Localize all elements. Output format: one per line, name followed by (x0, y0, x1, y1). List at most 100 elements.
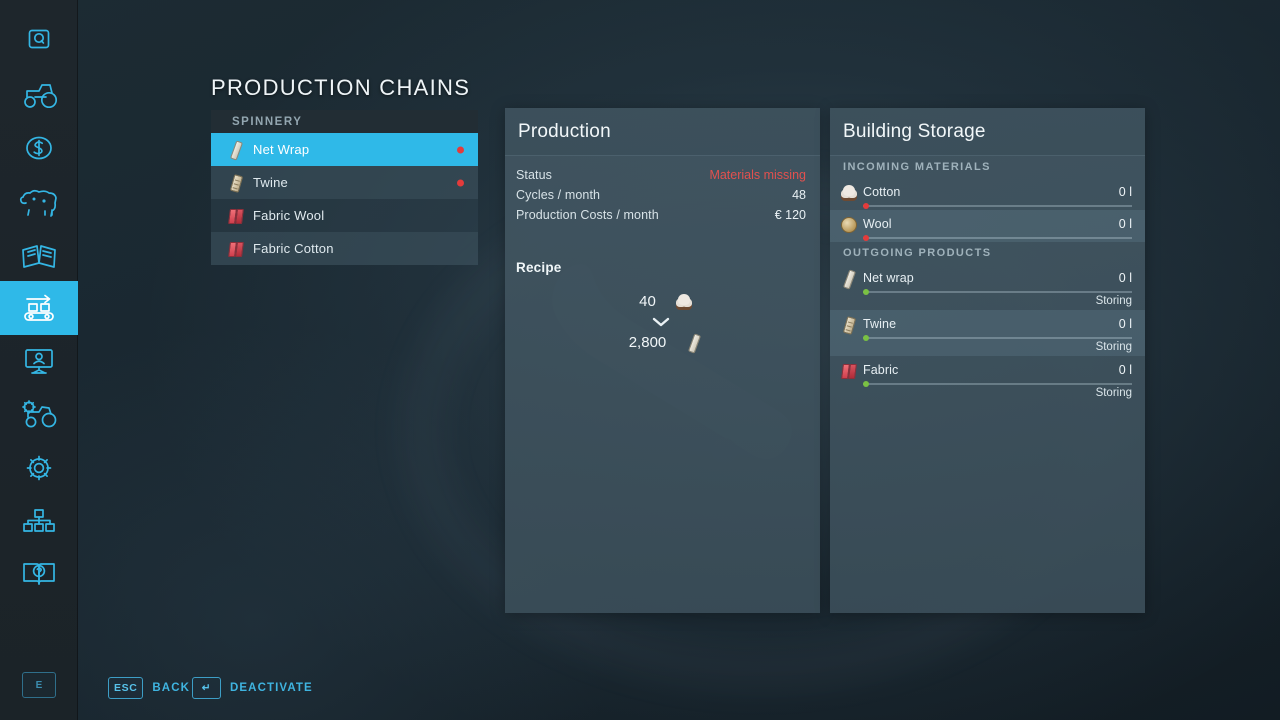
storage-item-amount: 0 l (1118, 185, 1132, 199)
storage-fill-bar (863, 335, 1132, 341)
list-item-net-wrap[interactable]: Net Wrap (211, 133, 478, 166)
footer-hotkey-bar: ESC BACK ↵ DEACTIVATE (0, 660, 1280, 720)
list-item-label: Fabric Cotton (253, 241, 334, 256)
list-group-header: SPINNERY (211, 110, 478, 133)
production-list-panel: SPINNERY Net Wrap Twine Fabric Wool Fabr… (211, 110, 478, 265)
outgoing-products-label: OUTGOING PRODUCTS (843, 247, 992, 259)
recipe-input: 40 (516, 291, 806, 311)
sidebar-item-statistics[interactable] (0, 494, 78, 548)
storage-fill-bar (863, 235, 1132, 241)
tractor-gear-icon (22, 400, 57, 428)
storage-item-state: Storing (1095, 387, 1132, 399)
storage-item-name: Net wrap (863, 271, 914, 285)
storage-item-state: Storing (1095, 341, 1132, 353)
stat-label: Production Costs / month (516, 208, 659, 222)
hotkey-key: ESC (108, 677, 144, 699)
sidebar-item-contracts[interactable] (0, 334, 78, 388)
sidebar-item-vehicle-config[interactable] (0, 388, 78, 442)
quest-q-icon (28, 29, 50, 49)
twine-roll-icon (225, 172, 247, 194)
stat-row-cycles: Cycles / month 48 (516, 188, 806, 208)
hotkey-deactivate[interactable]: ↵ DEACTIVATE (192, 677, 313, 699)
production-panel-header: Production (505, 108, 820, 156)
hotkey-label: DEACTIVATE (230, 682, 313, 694)
recipe-heading: Recipe (516, 260, 562, 275)
storage-row-cotton[interactable]: Cotton 0 l (830, 178, 1145, 210)
storage-item-amount: 0 l (1118, 271, 1132, 285)
sidebar-item-animals[interactable] (0, 175, 78, 229)
open-book-icon (22, 245, 56, 268)
wool-icon (838, 214, 858, 234)
storage-panel-title: Building Storage (843, 120, 986, 142)
stat-value: € 120 (774, 208, 806, 222)
book-help-icon (23, 563, 55, 585)
list-item-label: Twine (253, 175, 288, 190)
stat-label: Status (516, 168, 553, 182)
gear-icon (26, 455, 52, 481)
storage-item-amount: 0 l (1118, 363, 1132, 377)
incoming-materials-label: INCOMING MATERIALS (843, 161, 991, 173)
storage-row-wool[interactable]: Wool 0 l (830, 210, 1145, 242)
recipe-output-amount: 2,800 (628, 333, 667, 351)
sidebar-item-vehicles[interactable] (0, 68, 78, 122)
sidebar-item-finances[interactable] (0, 121, 78, 175)
storage-row-twine[interactable]: Twine 0 l Storing (830, 310, 1145, 356)
left-sidebar: E (0, 0, 78, 720)
storage-item-name: Cotton (863, 185, 901, 199)
recipe-output: 2,800 (516, 332, 806, 354)
storage-row-net-wrap[interactable]: Net wrap 0 l Storing (830, 264, 1145, 310)
fabric-bolt-icon (838, 360, 858, 380)
storage-fill-bar (863, 289, 1132, 295)
storage-item-name: Wool (863, 217, 892, 231)
stat-value: 48 (792, 188, 806, 202)
hotkey-back[interactable]: ESC BACK (108, 677, 190, 699)
twine-roll-icon (838, 314, 858, 335)
stat-value: Materials missing (709, 168, 806, 182)
sidebar-item-price-overview[interactable] (0, 229, 78, 283)
hotkey-key: ↵ (192, 677, 221, 699)
tractor-icon (24, 84, 58, 109)
sidebar-item-help[interactable] (0, 547, 78, 601)
sitemap-icon (23, 509, 55, 532)
list-item-fabric-cotton[interactable]: Fabric Cotton (211, 232, 478, 265)
storage-fill-bar (863, 381, 1132, 387)
storage-row-fabric[interactable]: Fabric 0 l Storing (830, 356, 1145, 402)
stat-row-costs: Production Costs / month € 120 (516, 208, 806, 228)
hotkey-label: BACK (152, 682, 191, 694)
list-item-label: Fabric Wool (253, 208, 325, 223)
fabric-bolt-icon (225, 238, 247, 260)
net-wrap-roll-icon (838, 268, 858, 290)
dollar-coin-icon (26, 136, 52, 160)
page-title: PRODUCTION CHAINS (211, 75, 471, 100)
storage-item-name: Twine (863, 317, 897, 331)
cow-icon (19, 189, 57, 217)
stat-row-status: Status Materials missing (516, 168, 806, 188)
conveyor-belt-icon (24, 294, 54, 321)
storage-item-amount: 0 l (1118, 317, 1132, 331)
recipe-input-amount: 40 (639, 292, 656, 310)
production-panel-title: Production (518, 120, 611, 142)
storage-panel-header: Building Storage (830, 108, 1145, 156)
recipe-flow: 40 2,800 (516, 291, 806, 354)
list-item-twine[interactable]: Twine (211, 166, 478, 199)
chevron-down-icon (652, 317, 670, 327)
sidebar-item-quests[interactable] (0, 12, 78, 66)
cotton-icon (663, 291, 692, 311)
net-wrap-roll-icon (225, 139, 247, 161)
storage-item-state: Storing (1095, 295, 1132, 307)
sidebar-item-production-chains[interactable] (0, 281, 78, 335)
status-dot (457, 179, 464, 186)
list-item-label: Net Wrap (253, 142, 310, 157)
recipe-arrow (516, 316, 806, 328)
net-wrap-roll-icon (673, 332, 702, 354)
monitor-person-icon (25, 349, 53, 374)
production-panel: Production Status Materials missing Cycl… (505, 108, 820, 613)
stat-label: Cycles / month (516, 188, 601, 202)
game-menu-screen: E PRODUCTION CHAINS SPINNERY Net Wrap Tw… (0, 0, 1280, 720)
sidebar-item-settings[interactable] (0, 441, 78, 495)
building-storage-panel: Building Storage INCOMING MATERIALS Cott… (830, 108, 1145, 613)
storage-fill-bar (863, 203, 1132, 209)
list-item-fabric-wool[interactable]: Fabric Wool (211, 199, 478, 232)
fabric-bolt-icon (225, 205, 247, 227)
status-dot (457, 146, 464, 153)
